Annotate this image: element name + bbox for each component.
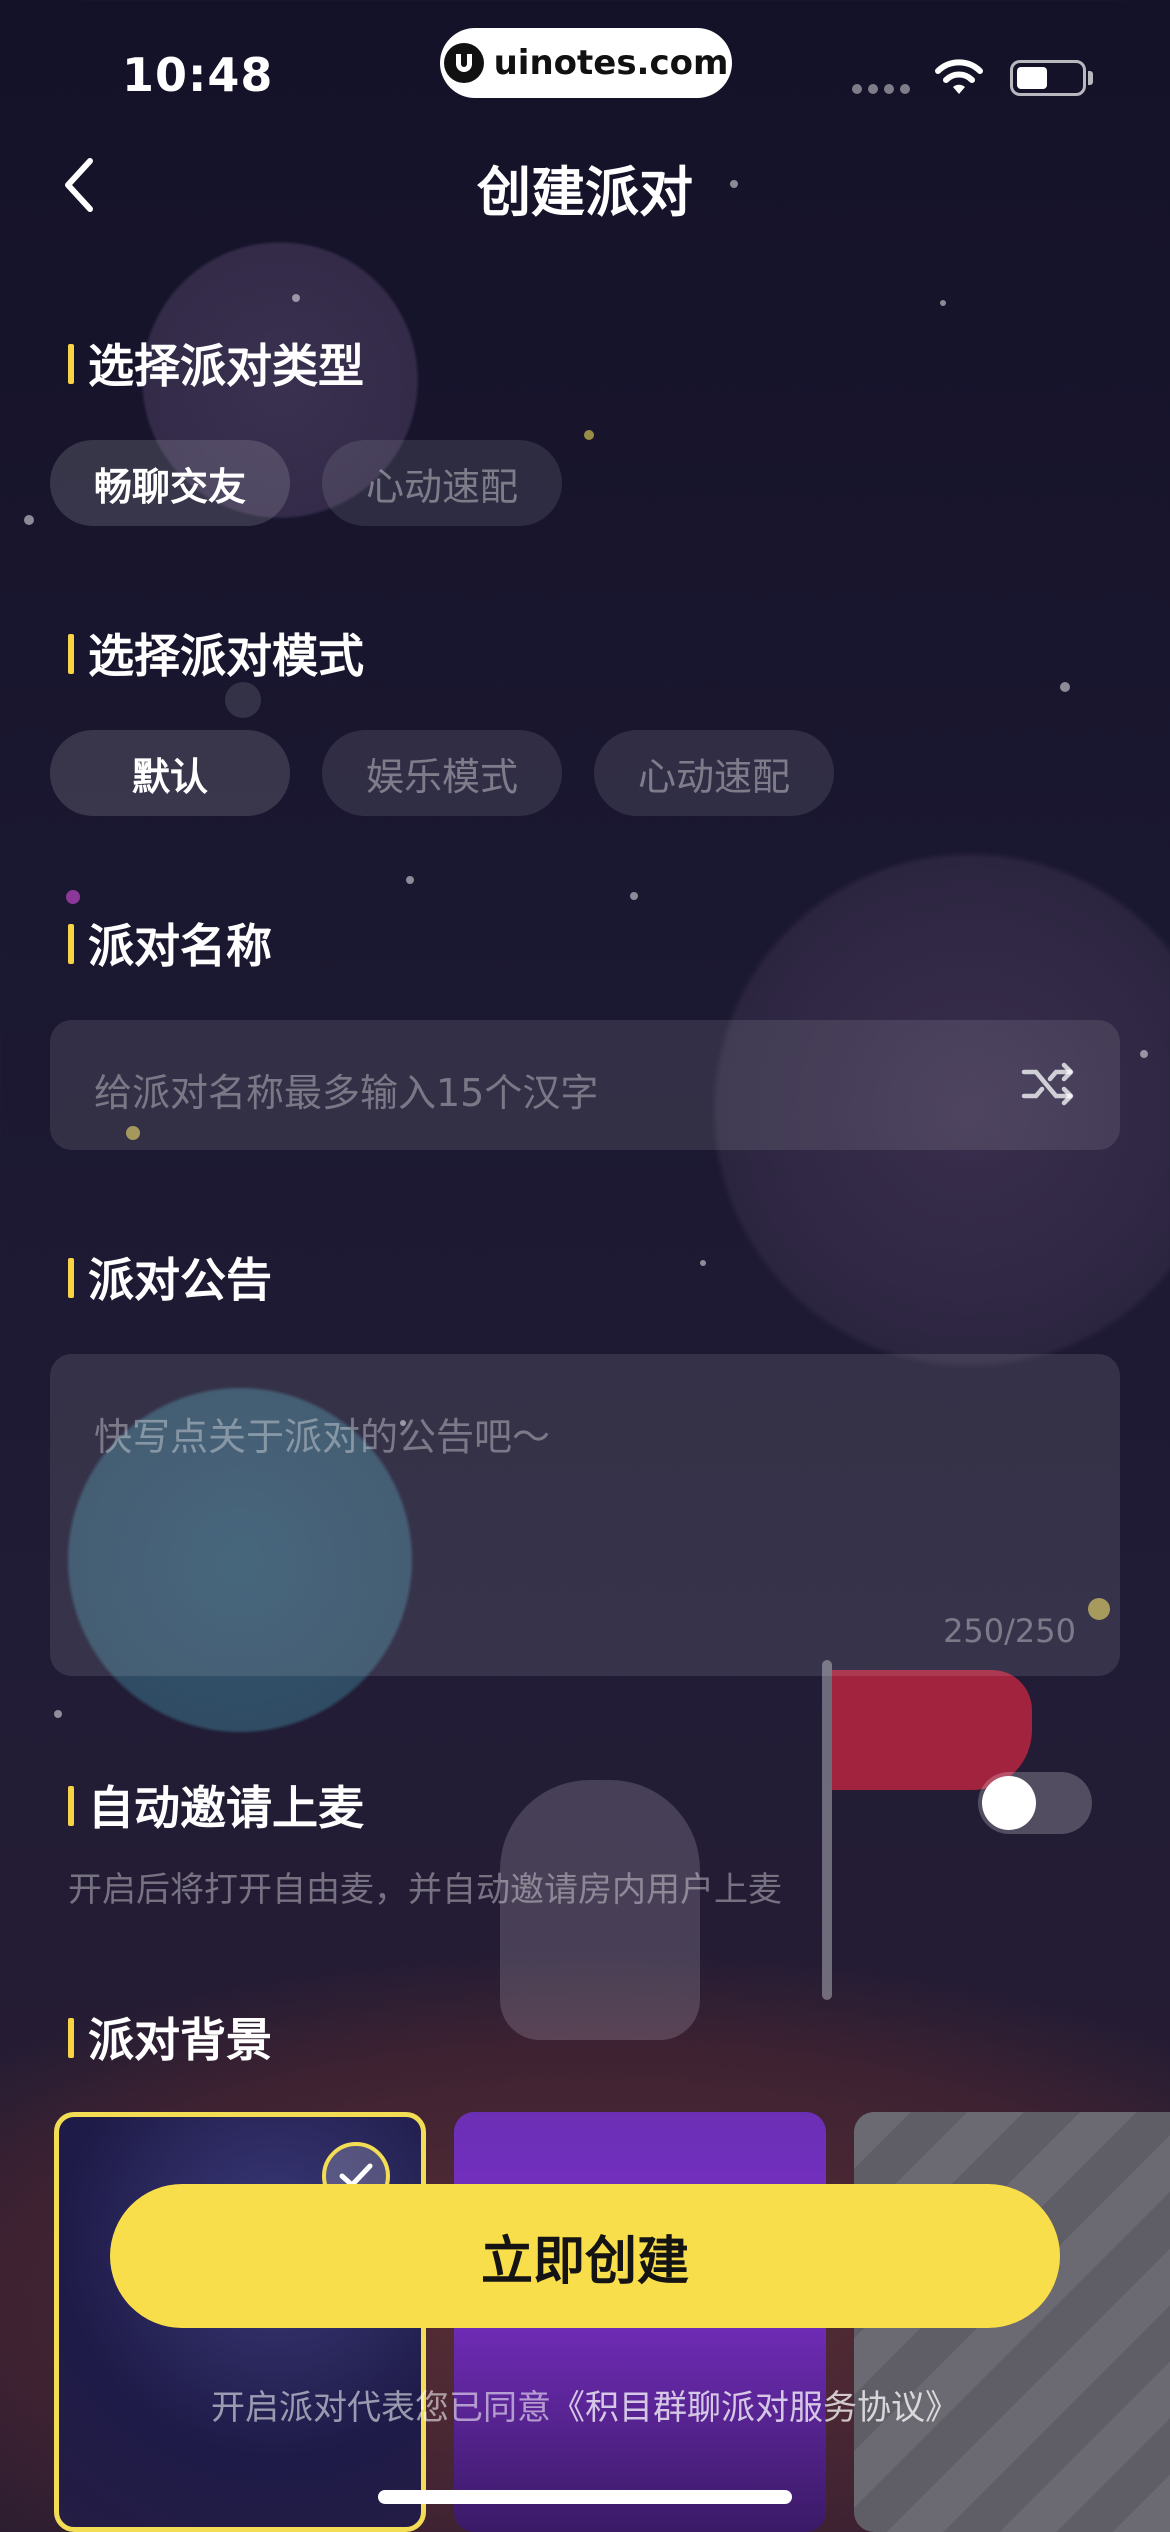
party-mode-option-match[interactable]: 心动速配 xyxy=(594,730,834,816)
status-bar: 10:48 uinotes.com xyxy=(0,0,1170,140)
watermark-logo-icon xyxy=(443,43,484,83)
party-mode-option-entertainment[interactable]: 娱乐模式 xyxy=(322,730,562,816)
agreement-link[interactable]: 《积目群聊派对服务协议》 xyxy=(551,2388,959,2428)
announcement-title: 派对公告 xyxy=(68,1244,272,1310)
party-name-input[interactable]: 给派对名称最多输入15个汉字 xyxy=(50,1020,1120,1150)
battery-tip xyxy=(1088,71,1093,85)
agreement-prefix: 开启派对代表您已同意 xyxy=(211,2388,551,2428)
party-type-option-match[interactable]: 心动速配 xyxy=(322,440,562,526)
cellular-signal-icon xyxy=(852,84,910,94)
announcement-textarea[interactable]: 快写点关于派对的公告吧～ 250/250 xyxy=(50,1354,1120,1676)
party-name-title: 派对名称 xyxy=(68,910,272,976)
shuffle-icon[interactable] xyxy=(1020,1062,1076,1106)
auto-invite-toggle[interactable] xyxy=(978,1772,1092,1834)
page-title: 创建派对 xyxy=(477,161,693,224)
wifi-icon xyxy=(935,59,983,94)
agreement-text: 开启派对代表您已同意《积目群聊派对服务协议》 xyxy=(0,2380,1170,2429)
watermark-text: uinotes.com xyxy=(493,43,729,83)
party-mode-title: 选择派对模式 xyxy=(68,620,364,686)
party-type-title: 选择派对类型 xyxy=(68,330,364,396)
status-time: 10:48 xyxy=(122,48,274,102)
flag-pole-decoration xyxy=(822,1660,832,2000)
party-type-option-chat[interactable]: 畅聊交友 xyxy=(50,440,290,526)
announcement-placeholder: 快写点关于派对的公告吧～ xyxy=(94,1415,551,1459)
announcement-char-counter: 250/250 xyxy=(943,1612,1076,1650)
background-title: 派对背景 xyxy=(68,2004,272,2070)
party-mode-option-default[interactable]: 默认 xyxy=(50,730,290,816)
watermark-badge: uinotes.com xyxy=(440,28,732,98)
create-party-button[interactable]: 立即创建 xyxy=(110,2184,1060,2328)
toggle-knob xyxy=(982,1776,1036,1830)
home-indicator xyxy=(378,2490,792,2504)
auto-invite-description: 开启后将打开自由麦，并自动邀请房内用户上麦 xyxy=(68,1870,782,1910)
party-name-placeholder: 给派对名称最多输入15个汉字 xyxy=(94,1071,599,1115)
battery-icon xyxy=(1010,60,1086,96)
auto-invite-title: 自动邀请上麦 xyxy=(68,1772,364,1838)
